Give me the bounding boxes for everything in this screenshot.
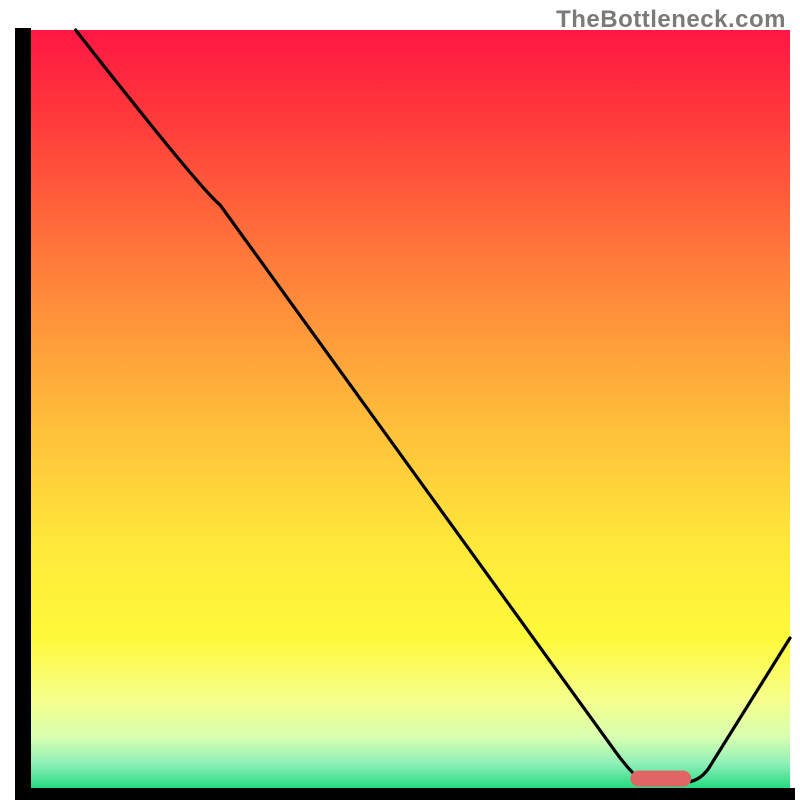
plot-background — [30, 30, 790, 790]
plateau-marker — [630, 771, 691, 787]
x-axis — [15, 788, 795, 800]
bottleneck-chart — [0, 0, 800, 800]
chart-container: TheBottleneck.com — [0, 0, 800, 800]
y-axis — [15, 28, 31, 792]
